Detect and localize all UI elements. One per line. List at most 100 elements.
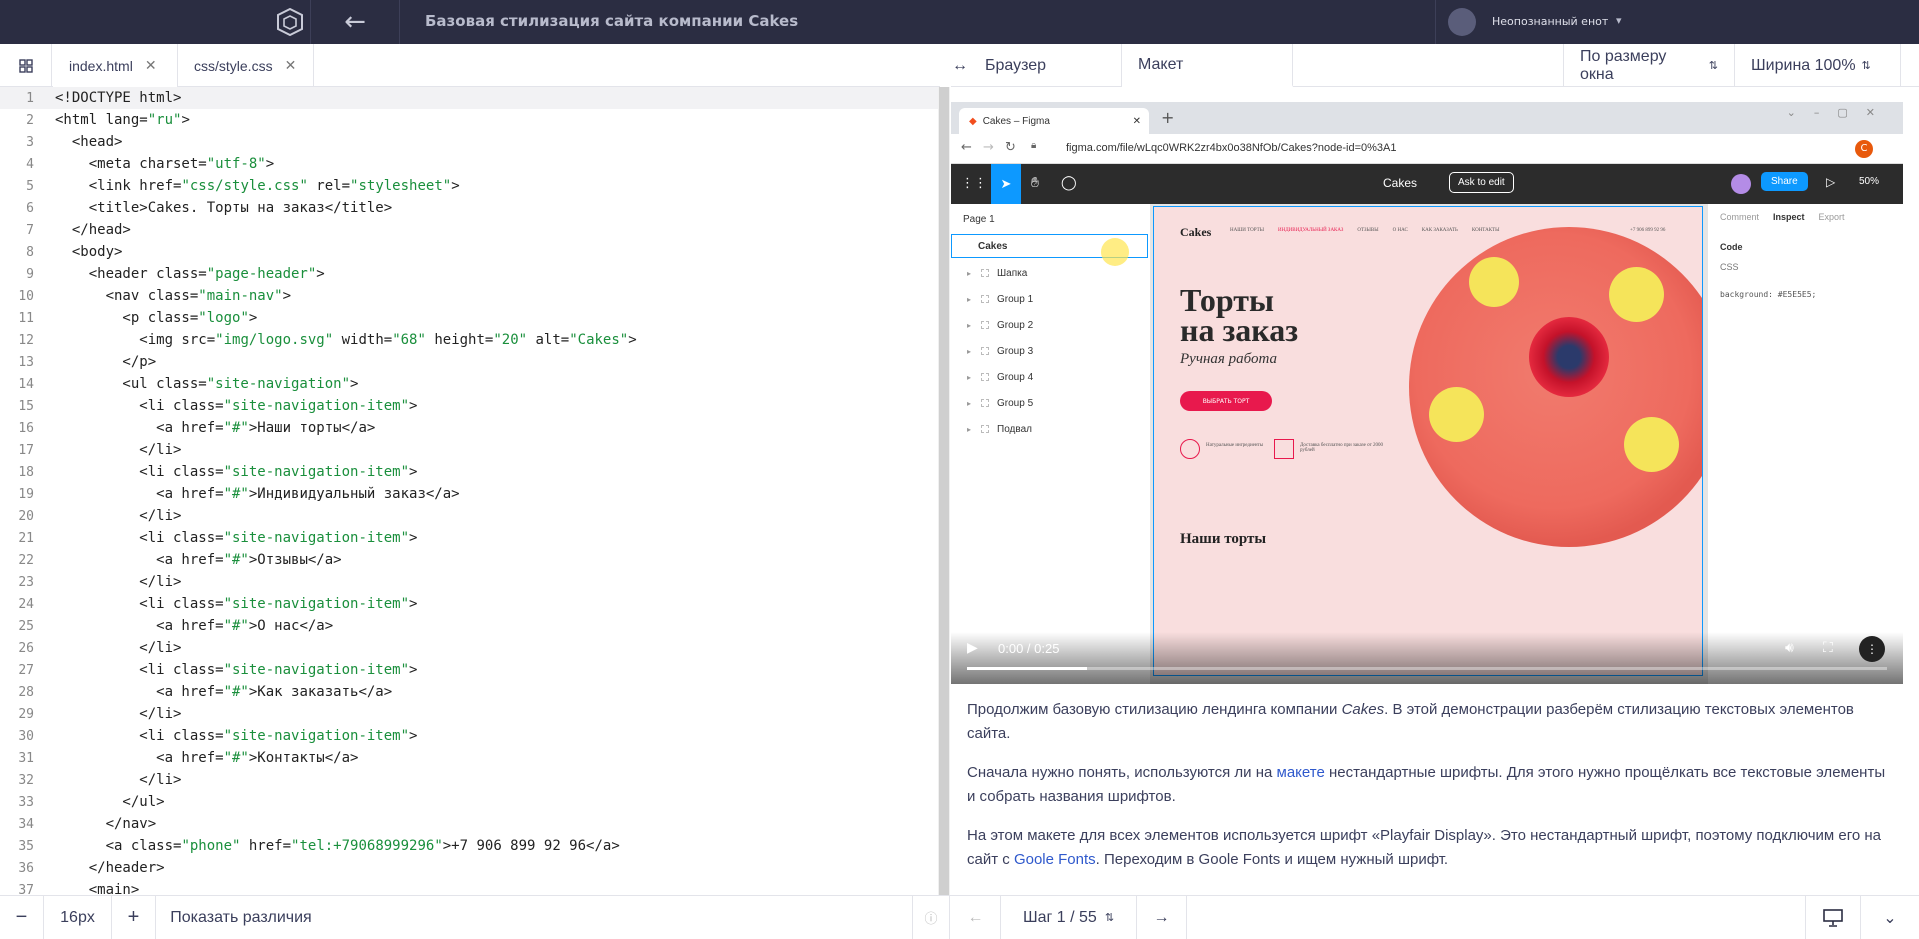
reload-icon[interactable]: ↻ <box>1005 140 1016 155</box>
presentation-icon[interactable] <box>1805 896 1861 939</box>
ask-to-edit-button[interactable]: Ask to edit <box>1449 172 1514 193</box>
page-selector[interactable]: Page 1 <box>963 214 995 225</box>
layer-item[interactable]: ▸ Подвал <box>951 416 1151 442</box>
code-line[interactable]: 26 </li> <box>0 637 940 659</box>
code-line[interactable]: 11 <p class="logo"> <box>0 307 940 329</box>
code-line[interactable]: 7 </head> <box>0 219 940 241</box>
code-line[interactable]: 30 <li class="site-navigation-item"> <box>0 725 940 747</box>
code-line[interactable]: 34 </nav> <box>0 813 940 835</box>
close-icon[interactable]: ✕ <box>285 57 297 74</box>
code-line[interactable]: 32 </li> <box>0 769 940 791</box>
code-line[interactable]: 20 </li> <box>0 505 940 527</box>
code-line[interactable]: 12 <img src="img/logo.svg" width="68" he… <box>0 329 940 351</box>
font-increase-button[interactable]: + <box>112 896 156 939</box>
code-line[interactable]: 29 </li> <box>0 703 940 725</box>
play-icon[interactable]: ▶ <box>967 640 978 656</box>
code-line[interactable]: 28 <a href="#">Как заказать</a> <box>0 681 940 703</box>
play-icon[interactable]: ▷ <box>1826 175 1835 189</box>
layout-link[interactable]: макете <box>1277 764 1325 781</box>
code-editor[interactable]: 1 <!DOCTYPE html> 2 <html lang="ru"> 3 <head… <box>0 87 940 895</box>
more-options-icon[interactable]: ⋮ <box>1859 636 1885 662</box>
profile-avatar[interactable]: C <box>1855 140 1873 158</box>
htmlacademy-logo-icon[interactable] <box>270 6 310 38</box>
url-text[interactable]: figma.com/file/wLqc0WRK2zr4bx0o38NfOb/Ca… <box>1066 142 1396 154</box>
figma-file-name[interactable]: Cakes <box>1383 176 1417 190</box>
code-line[interactable]: 18 <li class="site-navigation-item"> <box>0 461 940 483</box>
code-line[interactable]: 37 <main> <box>0 879 940 895</box>
fit-select[interactable]: По размеру окна ⇅ <box>1563 44 1735 87</box>
code-line[interactable]: 19 <a href="#">Индивидуальный заказ</a> <box>0 483 940 505</box>
layer-item[interactable]: ▸ Group 4 <box>951 364 1151 390</box>
code-line[interactable]: 33 </ul> <box>0 791 940 813</box>
grid-icon[interactable] <box>0 44 52 87</box>
back-icon[interactable]: ← <box>961 140 972 155</box>
back-arrow-icon[interactable]: ← <box>310 0 400 44</box>
code-line[interactable]: 24 <li class="site-navigation-item"> <box>0 593 940 615</box>
layer-item[interactable]: ▸ Group 2 <box>951 312 1151 338</box>
code-line[interactable]: 8 <body> <box>0 241 940 263</box>
tab-index-html[interactable]: index.html ✕ <box>53 44 178 87</box>
code-line[interactable]: 23 </li> <box>0 571 940 593</box>
figma-menu-icon[interactable]: ⋮⋮ <box>961 176 987 191</box>
share-button[interactable]: Share <box>1761 172 1808 191</box>
next-step-button[interactable]: → <box>1137 896 1187 939</box>
inspect-tab[interactable]: Export <box>1819 212 1845 222</box>
close-icon[interactable]: ✕ <box>145 57 157 74</box>
code-line[interactable]: 35 <a class="phone" href="tel:+790689992… <box>0 835 940 857</box>
editor-scroll-thumb[interactable] <box>939 87 949 895</box>
code-line[interactable]: 5 <link href="css/style.css" rel="styles… <box>0 175 940 197</box>
show-diff-button[interactable]: Показать различия <box>156 896 326 939</box>
code-lang-select[interactable]: CSS <box>1720 262 1739 272</box>
tab-browser[interactable]: Браузер <box>969 44 1122 87</box>
collapse-icon[interactable]: ⌄ <box>1861 896 1919 939</box>
code-line[interactable]: 1 <!DOCTYPE html> <box>0 87 940 109</box>
line-number: 30 <box>18 728 34 744</box>
resize-arrows-icon[interactable]: ↔ <box>951 44 969 87</box>
hand-tool-icon[interactable]: ✋︎ <box>1031 175 1039 191</box>
zoom-level[interactable]: 50% <box>1859 176 1879 187</box>
code-line[interactable]: 17 </li> <box>0 439 940 461</box>
font-decrease-button[interactable]: − <box>0 896 44 939</box>
code-line[interactable]: 21 <li class="site-navigation-item"> <box>0 527 940 549</box>
new-tab-icon[interactable]: + <box>1161 108 1174 127</box>
code-line[interactable]: 22 <a href="#">Отзывы</a> <box>0 549 940 571</box>
code-line[interactable]: 9 <header class="page-header"> <box>0 263 940 285</box>
layer-item[interactable]: ▸ Шапка <box>951 260 1151 286</box>
tab-layout[interactable]: Макет <box>1122 44 1293 87</box>
browser-tab[interactable]: ◆ Cakes – Figma ✕ <box>959 108 1149 134</box>
user-menu[interactable]: Неопознанный енот ▾ <box>1435 0 1919 44</box>
layer-item[interactable]: ▸ Group 3 <box>951 338 1151 364</box>
code-line[interactable]: 14 <ul class="site-navigation"> <box>0 373 940 395</box>
close-icon[interactable]: ✕ <box>1133 116 1141 127</box>
volume-icon[interactable]: 🔊︎ <box>1785 640 1794 656</box>
inspect-tab[interactable]: Comment <box>1720 212 1759 222</box>
width-select[interactable]: Ширина 100% ⇅ <box>1735 44 1901 87</box>
code-line[interactable]: 4 <meta charset="utf-8"> <box>0 153 940 175</box>
fullscreen-icon[interactable]: ⛶ <box>1823 640 1833 656</box>
forward-icon[interactable]: → <box>983 140 994 155</box>
move-tool-icon[interactable]: ➤ <box>991 164 1021 204</box>
code-line[interactable]: 2 <html lang="ru"> <box>0 109 940 131</box>
figma-canvas[interactable]: Cakes НАШИ ТОРТЫ ИНДИВИДУАЛЬНЫЙ ЗАКАЗ ОТЗЫ… <box>1151 204 1707 684</box>
prev-step-button[interactable]: ← <box>951 896 1001 939</box>
code-line[interactable]: 25 <a href="#">О нас</a> <box>0 615 940 637</box>
code-line[interactable]: 6 <title>Cakes. Торты на заказ</title> <box>0 197 940 219</box>
code-line[interactable]: 10 <nav class="main-nav"> <box>0 285 940 307</box>
tab-style-css[interactable]: css/style.css ✕ <box>178 44 314 87</box>
code-line[interactable]: 3 <head> <box>0 131 940 153</box>
google-fonts-link[interactable]: Goole Fonts <box>1014 851 1096 868</box>
code-line[interactable]: 31 <a href="#">Контакты</a> <box>0 747 940 769</box>
code-line[interactable]: 16 <a href="#">Наши торты</a> <box>0 417 940 439</box>
layer-item[interactable]: ▸ Group 5 <box>951 390 1151 416</box>
video-player[interactable]: ◆ Cakes – Figma ✕ + ⌄–▢✕ ← → ↻ 🔒︎ figma.… <box>951 102 1903 684</box>
code-line[interactable]: 36 </header> <box>0 857 940 879</box>
inspect-tab[interactable]: Inspect <box>1773 212 1805 222</box>
video-progress-track[interactable] <box>967 667 1887 670</box>
code-line[interactable]: 13 </p> <box>0 351 940 373</box>
code-line[interactable]: 27 <li class="site-navigation-item"> <box>0 659 940 681</box>
layer-item[interactable]: ▸ Group 1 <box>951 286 1151 312</box>
step-select[interactable]: Шаг 1 / 55 ⇅ <box>1001 896 1137 939</box>
code-line[interactable]: 15 <li class="site-navigation-item"> <box>0 395 940 417</box>
window-controls[interactable]: ⌄–▢✕ <box>1787 106 1893 119</box>
comment-tool-icon[interactable]: ◯ <box>1061 175 1077 191</box>
